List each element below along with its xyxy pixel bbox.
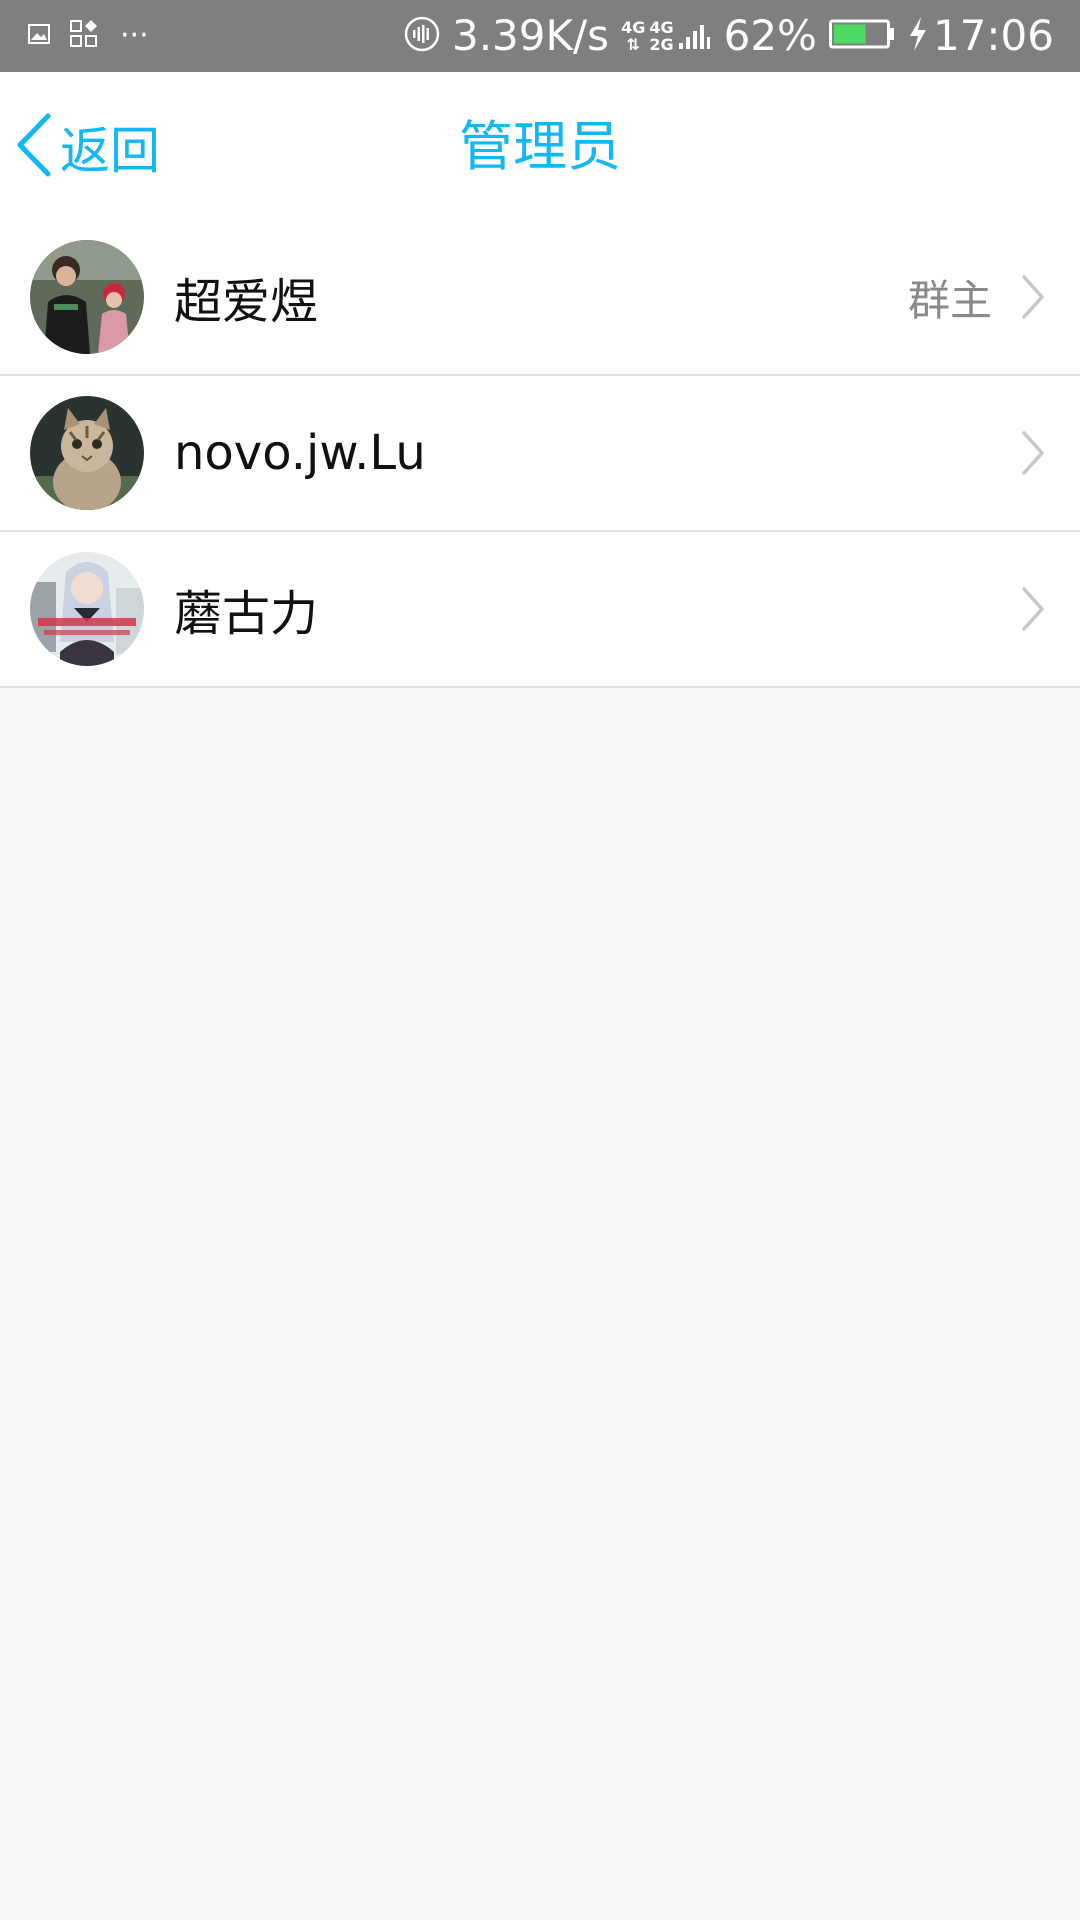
network-type-2-top: 4G: [649, 18, 674, 37]
list-item[interactable]: 蘑古力: [0, 532, 1080, 688]
avatar: [30, 240, 144, 354]
status-right: 3.39K/s 4G ⇅ 4G 2G 62% 17:06: [392, 0, 1054, 72]
nav-bar: 返回 管理员: [0, 72, 1080, 220]
network-type-2: 4G 2G: [649, 19, 673, 53]
more-notifications-icon: ···: [120, 18, 149, 53]
network-type-1: 4G ⇅: [621, 19, 645, 53]
battery-percent: 62%: [723, 11, 817, 60]
avatar: [30, 396, 144, 510]
member-name: 蘑古力: [174, 586, 319, 642]
status-left: ···: [28, 0, 169, 72]
list-item[interactable]: 超爱煜 群主: [0, 220, 1080, 376]
vibrate-icon: [404, 16, 440, 56]
member-name: novo.jw.Lu: [174, 425, 426, 481]
signal-icon: [678, 17, 712, 55]
clock: 17:06: [932, 11, 1054, 60]
chevron-right-icon: [1022, 587, 1044, 631]
page-title: 管理员: [459, 115, 621, 178]
owner-badge: 群主: [907, 275, 992, 325]
chevron-right-icon: [1022, 431, 1044, 475]
apps-notification-icon: [70, 20, 100, 52]
admin-list: 超爱煜 群主 novo.jw.Lu 蘑古力: [0, 220, 1080, 688]
network-type-1-top: 4G: [621, 18, 646, 37]
battery-icon: [828, 18, 895, 54]
screen: ··· 3.39K/s 4G ⇅ 4G 2G 62% 17:06 返回 管理员 …: [0, 0, 1080, 1920]
network-speed: 3.39K/s: [451, 11, 610, 60]
chevron-right-icon: [1022, 275, 1044, 319]
image-notification-icon: [28, 24, 50, 48]
charging-icon: [907, 16, 929, 56]
member-name: 超爱煜: [174, 274, 319, 330]
network-type-1-bottom: ⇅: [626, 35, 640, 54]
avatar: [30, 552, 144, 666]
network-type-2-bottom: 2G: [649, 35, 674, 54]
status-bar: ··· 3.39K/s 4G ⇅ 4G 2G 62% 17:06: [0, 0, 1080, 72]
list-item[interactable]: novo.jw.Lu: [0, 376, 1080, 532]
